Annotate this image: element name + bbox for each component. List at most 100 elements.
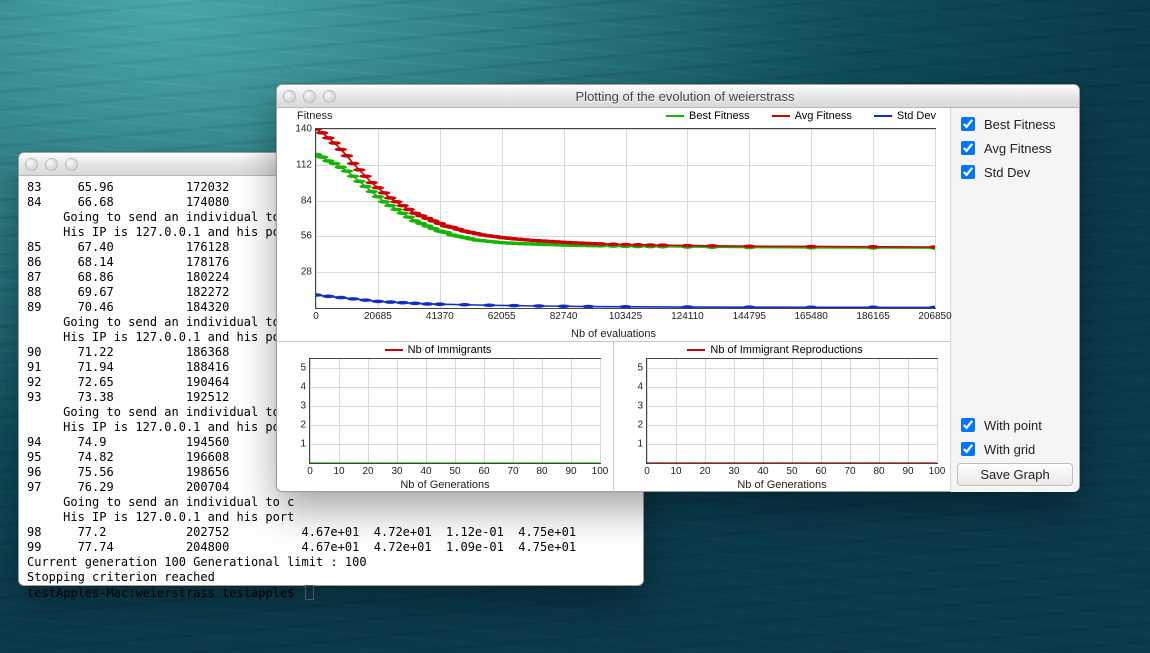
std-dev-checkbox[interactable]: Std Dev	[957, 162, 1073, 182]
y-tick-label: 5	[637, 363, 647, 374]
minimize-icon[interactable]	[303, 90, 316, 103]
terminal-cursor	[305, 585, 314, 600]
x-tick-label: 20685	[364, 308, 392, 322]
x-tick-label: 40	[757, 463, 768, 477]
with-point-checkbox[interactable]: With point	[957, 415, 1073, 435]
x-tick-label: 50	[786, 463, 797, 477]
x-tick-label: 90	[565, 463, 576, 477]
y-tick-label: 56	[301, 231, 316, 242]
x-tick-label: 0	[307, 463, 313, 477]
main-chart-legend: Best Fitness Avg Fitness Std Dev	[277, 110, 936, 122]
x-tick-label: 50	[449, 463, 460, 477]
checkbox-input[interactable]	[961, 165, 975, 179]
x-tick-label: 10	[670, 463, 681, 477]
legend-label: Nb of Immigrants	[408, 344, 492, 356]
save-graph-button[interactable]: Save Graph	[957, 463, 1073, 486]
x-tick-label: 80	[873, 463, 884, 477]
reproductions-chart: Nb of Immigrant Reproductions 1234501020…	[613, 342, 950, 492]
x-tick-label: 0	[313, 308, 319, 322]
x-tick-label: 10	[333, 463, 344, 477]
y-tick-label: 4	[637, 382, 647, 393]
immigrants-plot-area: 123450102030405060708090100	[309, 358, 601, 464]
checkbox-input[interactable]	[961, 418, 975, 432]
x-axis-label: Nb of evaluations	[277, 328, 950, 340]
legend-item: Best Fitness	[666, 110, 750, 122]
legend-label: Nb of Immigrant Reproductions	[710, 344, 862, 356]
x-tick-label: 20	[362, 463, 373, 477]
main-chart-plot-area: 2856841121400206854137062055827401034251…	[315, 128, 936, 309]
avg-fitness-checkbox[interactable]: Avg Fitness	[957, 138, 1073, 158]
checkbox-label: Std Dev	[984, 165, 1030, 180]
x-tick-label: 30	[391, 463, 402, 477]
legend-item: Std Dev	[874, 110, 936, 122]
checkbox-label: Best Fitness	[984, 117, 1056, 132]
legend-label: Std Dev	[897, 110, 936, 122]
x-tick-label: 40	[420, 463, 431, 477]
x-axis-label: Nb of Generations	[614, 479, 950, 491]
window-traffic-lights	[25, 158, 78, 171]
x-tick-label: 80	[536, 463, 547, 477]
x-tick-label: 186165	[856, 308, 889, 322]
legend-label: Avg Fitness	[795, 110, 852, 122]
y-tick-label: 28	[301, 267, 316, 278]
checkbox-label: With grid	[984, 442, 1035, 457]
legend-swatch	[687, 349, 705, 351]
x-axis-label: Nb of Generations	[277, 479, 613, 491]
x-tick-label: 165480	[795, 308, 828, 322]
y-tick-label: 5	[300, 363, 310, 374]
y-tick-label: 1	[637, 439, 647, 450]
plot-window-title: Plotting of the evolution of weierstrass	[342, 89, 1028, 104]
plot-window: Plotting of the evolution of weierstrass…	[276, 84, 1080, 492]
checkbox-input[interactable]	[961, 442, 975, 456]
sub-charts-row: Nb of Immigrants 12345010203040506070809…	[277, 342, 950, 492]
y-tick-label: 84	[301, 195, 316, 206]
reproductions-plot-area: 123450102030405060708090100	[646, 358, 938, 464]
legend-item: Avg Fitness	[772, 110, 852, 122]
minimize-icon[interactable]	[45, 158, 58, 171]
checkbox-label: Avg Fitness	[984, 141, 1052, 156]
y-tick-label: 3	[637, 401, 647, 412]
immigrants-chart: Nb of Immigrants 12345010203040506070809…	[277, 342, 613, 492]
checkbox-input[interactable]	[961, 141, 975, 155]
checkbox-input[interactable]	[961, 117, 975, 131]
y-tick-label: 112	[296, 159, 316, 170]
x-tick-label: 206850	[918, 308, 951, 322]
zoom-icon[interactable]	[323, 90, 336, 103]
x-tick-label: 70	[507, 463, 518, 477]
plot-titlebar[interactable]: Plotting of the evolution of weierstrass	[277, 85, 1079, 108]
y-tick-label: 4	[300, 382, 310, 393]
legend-swatch	[666, 115, 684, 117]
with-grid-checkbox[interactable]: With grid	[957, 439, 1073, 459]
x-tick-label: 60	[815, 463, 826, 477]
window-traffic-lights	[283, 90, 336, 103]
checkbox-label: With point	[984, 418, 1042, 433]
plot-side-panel: Best Fitness Avg Fitness Std Dev With po…	[951, 108, 1079, 492]
legend-item: Nb of Immigrants	[385, 344, 492, 356]
x-tick-label: 60	[478, 463, 489, 477]
y-tick-label: 1	[300, 439, 310, 450]
x-tick-label: 144795	[733, 308, 766, 322]
x-tick-label: 124110	[671, 308, 704, 322]
zoom-icon[interactable]	[65, 158, 78, 171]
reproductions-legend: Nb of Immigrant Reproductions	[614, 344, 936, 356]
x-tick-label: 30	[728, 463, 739, 477]
x-tick-label: 20	[699, 463, 710, 477]
legend-label: Best Fitness	[689, 110, 750, 122]
x-tick-label: 70	[844, 463, 855, 477]
plot-panels: Fitness Best FitnessAvg FitnessStd Dev 2…	[277, 108, 951, 492]
x-tick-label: 100	[929, 463, 946, 477]
close-icon[interactable]	[25, 158, 38, 171]
y-tick-label: 140	[295, 124, 316, 135]
immigrants-legend: Nb of Immigrants	[277, 344, 599, 356]
plot-window-content: Fitness Best FitnessAvg FitnessStd Dev 2…	[277, 108, 1079, 492]
close-icon[interactable]	[283, 90, 296, 103]
x-tick-label: 100	[592, 463, 609, 477]
main-fitness-chart: Fitness Best FitnessAvg FitnessStd Dev 2…	[277, 108, 950, 342]
x-tick-label: 62055	[488, 308, 516, 322]
y-tick-label: 2	[637, 420, 647, 431]
y-tick-label: 2	[300, 420, 310, 431]
best-fitness-checkbox[interactable]: Best Fitness	[957, 114, 1073, 134]
terminal-prompt: testApples-Mac:weierstrass testapple$	[27, 586, 302, 600]
legend-swatch	[874, 115, 892, 117]
y-tick-label: 3	[300, 401, 310, 412]
